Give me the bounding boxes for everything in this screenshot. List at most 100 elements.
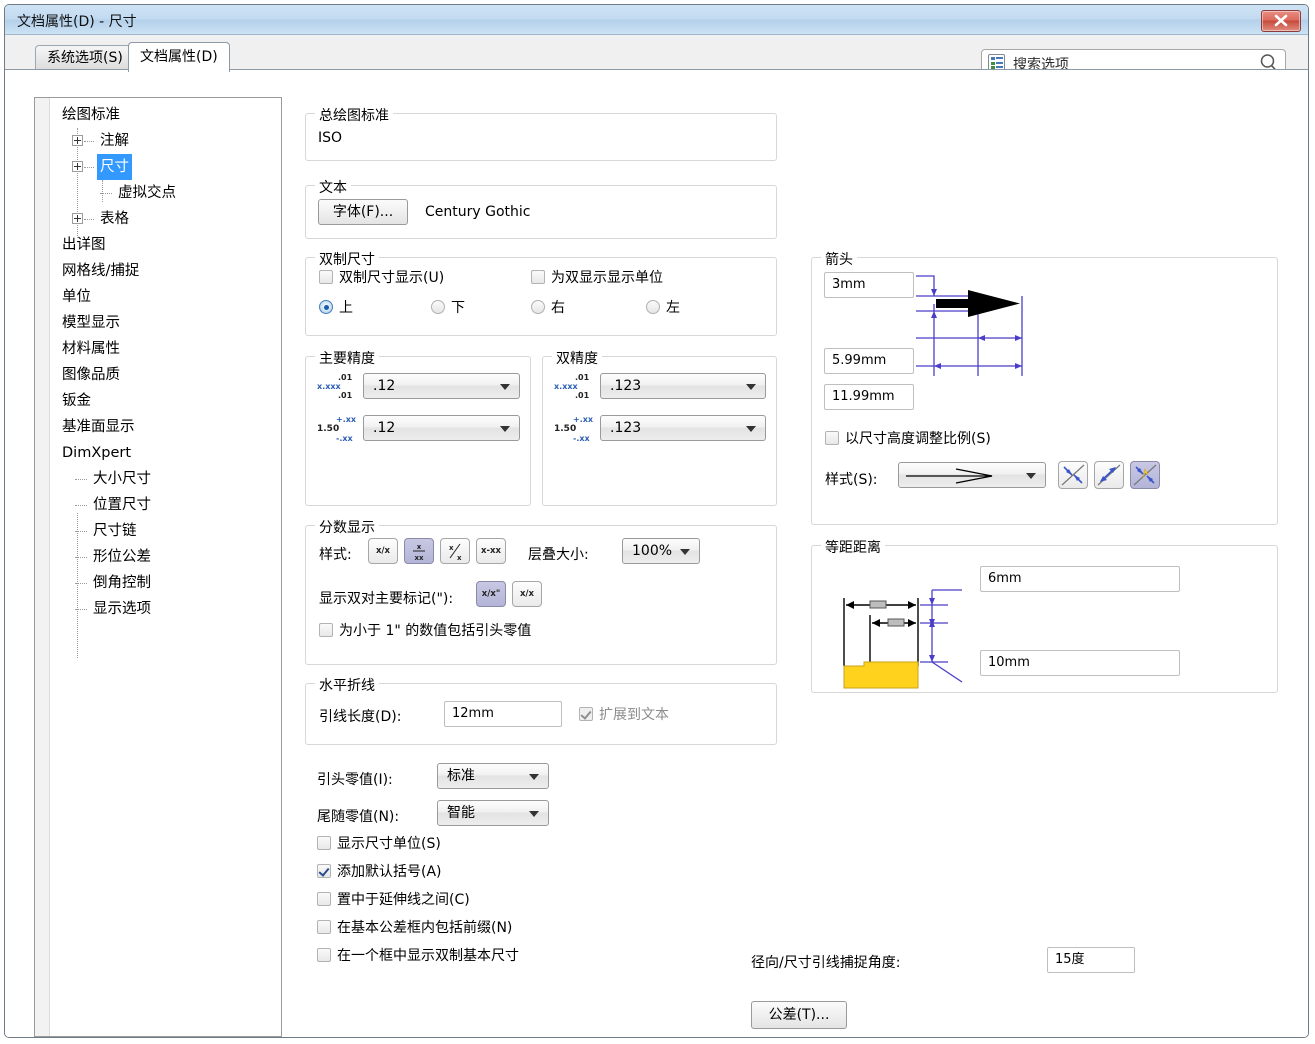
open-arrow-style-icon	[904, 467, 1014, 485]
sidebar-item-label: 表格	[97, 206, 132, 232]
sidebar-item-grid-snap[interactable]: 网格线/捕捉	[59, 258, 142, 284]
offset-first-distance-input[interactable]: 6mm	[980, 566, 1180, 592]
arrow-smart-icon-button[interactable]	[1130, 461, 1160, 489]
arrow-outside-icon-button[interactable]	[1058, 461, 1088, 489]
sidebar-item-virtual-sharps[interactable]: 虚拟交点	[96, 180, 179, 206]
dual-precision-group: 双精度 .01 x.xxx .01 .123 +.xx 1.50 -.xx .1…	[542, 356, 777, 506]
checkbox-box	[531, 270, 545, 284]
fraction-style-diagonal-button[interactable]: x x	[440, 538, 470, 564]
primary-precision-group: 主要精度 .01 x.xxx .01 .12 +.xx 1.50 -.xx .1…	[305, 356, 531, 506]
sidebar-item-plane-display[interactable]: 基准面显示	[59, 414, 138, 440]
sidebar-item-location-dimension[interactable]: 位置尺寸	[71, 492, 154, 518]
overall-drafting-standard-group: 总绘图标准 ISO	[305, 113, 777, 161]
sidebar-item-label: 大小尺寸	[90, 466, 154, 492]
stack-size-combo[interactable]: 100%	[622, 538, 700, 564]
stack-size-label: 层叠大小:	[528, 544, 589, 564]
sidebar-item-chain-dimension[interactable]: 尺寸链	[71, 518, 140, 544]
sidebar-item-size-dimension[interactable]: 大小尺寸	[71, 466, 154, 492]
sidebar-item-label: 单位	[59, 284, 94, 310]
sidebar-item-chamfer-control[interactable]: 倒角控制	[71, 570, 154, 596]
checkbox-label: 置中于延伸线之间(C)	[337, 891, 470, 909]
offset-second-distance-input[interactable]: 10mm	[980, 650, 1180, 676]
sidebar-item-label: 倒角控制	[90, 570, 154, 596]
fraction-style-inline-button[interactable]: x/x	[368, 538, 398, 564]
expand-icon[interactable]	[72, 213, 83, 224]
snap-angle-input[interactable]: 15度	[1047, 947, 1135, 973]
svg-text:x: x	[449, 544, 454, 552]
sidebar-item-label: 位置尺寸	[90, 492, 154, 518]
window-title: 文档属性(D) - 尺寸	[17, 11, 137, 31]
leading-zeroes-label: 引头零值(I):	[317, 769, 393, 789]
group-label: 等距距离	[821, 537, 885, 557]
tab-document-properties[interactable]: 文档属性(D)	[128, 42, 230, 72]
sidebar-item-drafting-standard[interactable]: 绘图标准	[59, 102, 123, 128]
sidebar-item-image-quality[interactable]: 图像品质	[59, 362, 123, 388]
tree-connector	[100, 193, 112, 194]
dual-mark-glyph: x/x"	[482, 589, 501, 599]
sidebar-item-sheet-metal[interactable]: 钣金	[59, 388, 94, 414]
arrow-length-input[interactable]: 11.99mm	[824, 384, 914, 410]
radio-label: 上	[339, 299, 353, 317]
sidebar-item-detailing[interactable]: 出详图	[59, 232, 109, 258]
chevron-down-icon	[1026, 473, 1036, 479]
combo-value: 100%	[632, 543, 672, 559]
sidebar-item-units[interactable]: 单位	[59, 284, 94, 310]
dual-mark-with-quote-button[interactable]: x/x"	[476, 581, 506, 607]
checkbox-box	[579, 707, 593, 721]
leading-zeroes-combo[interactable]: 标准	[437, 763, 549, 789]
dialog-body: 绘图标准 注解 尺寸 虚拟交点 表格 出详图	[5, 69, 1308, 1037]
svg-text:x: x	[417, 543, 422, 551]
sidebar-item-display-options[interactable]: 显示选项	[71, 596, 154, 622]
fraction-style-dash-button[interactable]: x-xx	[476, 538, 506, 564]
primary-unit-precision-combo[interactable]: .12	[363, 373, 520, 399]
checkbox-label: 在一个框中显示双制基本尺寸	[337, 947, 519, 965]
sidebar-item-dimensions[interactable]: 尺寸	[71, 154, 132, 180]
sidebar-item-tables[interactable]: 表格	[71, 206, 132, 232]
checkbox-box	[317, 836, 331, 850]
tree-connector	[75, 609, 87, 610]
dual-tolerance-precision-combo[interactable]: .123	[600, 415, 766, 441]
arrow-height-input[interactable]: 3mm	[824, 272, 914, 298]
tree-connector	[84, 141, 94, 142]
sidebar-item-label: 形位公差	[90, 544, 154, 570]
dual-primary-mark-label: 显示双对主要标记("):	[319, 588, 453, 608]
svg-text:xx: xx	[414, 554, 424, 562]
fraction-display-group: 分数显示 样式: x/x x xx x x	[305, 525, 777, 665]
settings-tree[interactable]: 绘图标准 注解 尺寸 虚拟交点 表格 出详图	[34, 97, 282, 1037]
sidebar-item-dimxpert[interactable]: DimXpert	[59, 440, 134, 466]
sidebar-item-geometric-tolerance[interactable]: 形位公差	[71, 544, 154, 570]
trailing-zeroes-combo[interactable]: 智能	[437, 800, 549, 826]
radio-dot	[646, 300, 660, 314]
fraction-style-stacked-button[interactable]: x xx	[404, 538, 434, 564]
sidebar-item-model-display[interactable]: 模型显示	[59, 310, 123, 336]
chevron-down-icon	[500, 426, 510, 432]
sidebar-item-annotations[interactable]: 注解	[71, 128, 132, 154]
radio-label: 右	[551, 299, 565, 317]
combo-value: .12	[373, 378, 395, 394]
group-label: 水平折线	[315, 675, 379, 695]
close-button[interactable]	[1261, 10, 1301, 32]
group-label: 分数显示	[315, 517, 379, 537]
dual-mark-plain-button[interactable]: x/x	[512, 581, 542, 607]
arrow-style-combo[interactable]	[898, 462, 1046, 488]
expand-icon[interactable]	[72, 135, 83, 146]
checkbox-label: 显示尺寸单位(S)	[337, 835, 441, 853]
sidebar-item-label: 尺寸	[97, 154, 132, 180]
sidebar-item-material-properties[interactable]: 材料属性	[59, 336, 123, 362]
tree-scrollbar[interactable]	[35, 98, 50, 1036]
expand-icon[interactable]	[72, 161, 83, 172]
arrow-inside-icon-button[interactable]	[1094, 461, 1124, 489]
tolerance-button[interactable]: 公差(T)...	[751, 1001, 847, 1029]
checkbox-label: 添加默认括号(A)	[337, 863, 442, 881]
checkbox-label: 以尺寸高度调整比例(S)	[845, 430, 991, 448]
leader-length-input[interactable]: 12mm	[444, 701, 562, 727]
close-icon	[1262, 11, 1300, 30]
arrow-width-input[interactable]: 5.99mm	[824, 348, 914, 374]
tab-system-options[interactable]: 系统选项(S)	[35, 45, 135, 72]
primary-tolerance-precision-combo[interactable]: .12	[363, 415, 520, 441]
overall-standard-value: ISO	[318, 130, 342, 146]
group-label: 双制尺寸	[315, 249, 379, 269]
dual-unit-precision-combo[interactable]: .123	[600, 373, 766, 399]
tree-connector	[75, 531, 87, 532]
font-button[interactable]: 字体(F)...	[318, 199, 408, 225]
